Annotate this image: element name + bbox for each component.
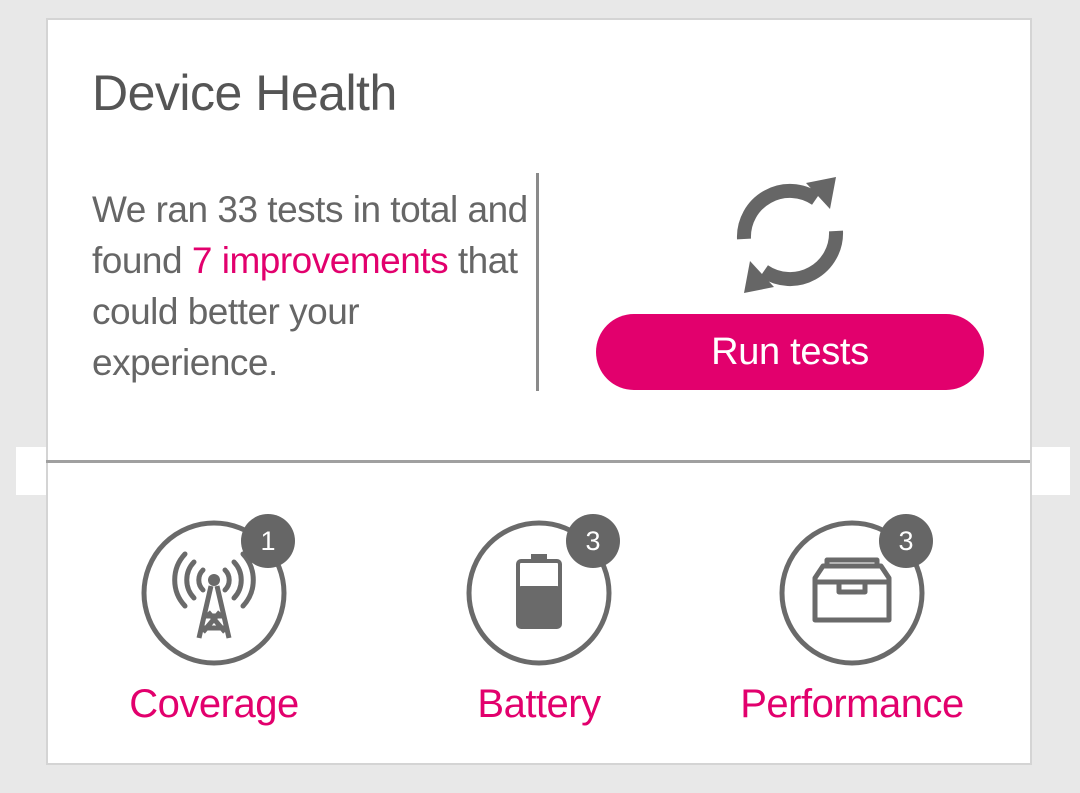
improvements-count: 7 improvements — [191, 240, 449, 281]
category-coverage[interactable]: 1 Coverage — [94, 514, 334, 740]
coverage-label: Coverage — [129, 682, 299, 726]
category-battery[interactable]: 3 Battery — [419, 514, 659, 740]
battery-label: Battery — [477, 682, 601, 726]
card-edge-notch-right — [1032, 447, 1070, 495]
vertical-divider — [536, 173, 539, 391]
refresh-icon — [736, 177, 844, 293]
category-performance[interactable]: 3 Performance — [732, 514, 972, 740]
card-edge-notch-left — [16, 447, 46, 495]
coverage-circle: 1 — [141, 514, 295, 666]
run-tests-button[interactable]: Run tests — [596, 314, 984, 390]
battery-badge: 3 — [566, 514, 620, 568]
battery-circle: 3 — [466, 514, 620, 666]
device-health-card: Device Health We ran 33 tests in total a… — [46, 18, 1032, 765]
coverage-badge: 1 — [241, 514, 295, 568]
performance-badge: 3 — [879, 514, 933, 568]
test-summary: We ran 33 tests in total and found 7 imp… — [92, 184, 532, 388]
horizontal-divider — [46, 460, 1030, 463]
performance-circle: 3 — [779, 514, 933, 666]
performance-label: Performance — [740, 682, 964, 726]
card-title: Device Health — [92, 65, 397, 121]
